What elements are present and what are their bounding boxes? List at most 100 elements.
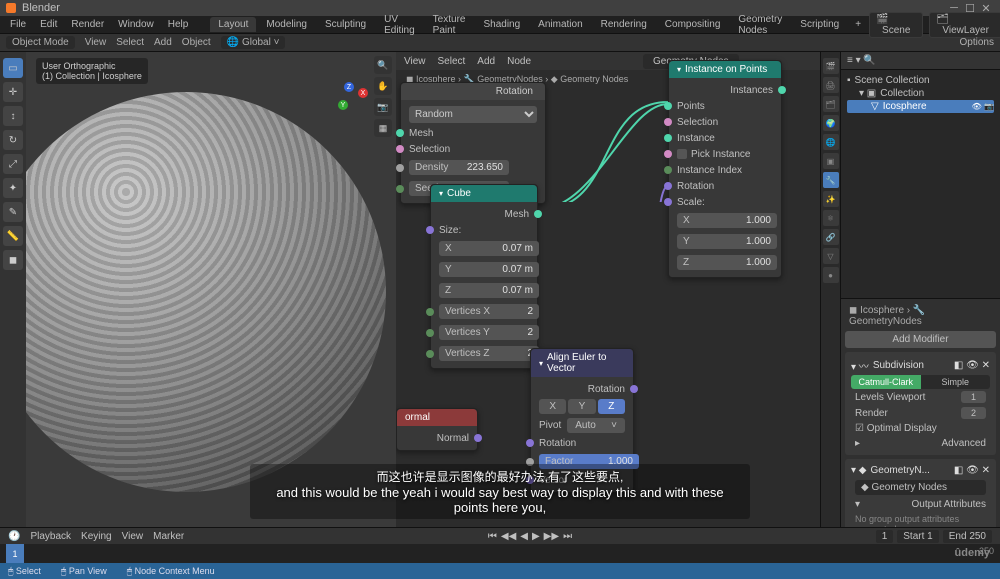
next-key-icon[interactable]: ▶▶	[544, 531, 559, 542]
tl-marker[interactable]: Marker	[153, 531, 184, 542]
gn-header[interactable]: ▾ ◆ GeometryN... ◧ 👁 ✕	[851, 463, 990, 478]
timeline-track[interactable]: 1 250	[0, 544, 1000, 563]
end-frame[interactable]: End 250	[943, 530, 992, 543]
pan-icon[interactable]: ✋	[374, 77, 392, 95]
sock-idx-in[interactable]	[664, 166, 672, 174]
sock-rot-in2[interactable]	[664, 182, 672, 190]
prop-physics-icon[interactable]: ⚛	[823, 210, 839, 226]
tab-texpaint[interactable]: Texture Paint	[425, 12, 474, 38]
sock-normal-out[interactable]	[474, 434, 482, 442]
options-dropdown[interactable]: Options	[960, 37, 994, 48]
hdr-select[interactable]: Select	[116, 37, 144, 48]
sock-points-in[interactable]	[664, 102, 672, 110]
axis-z[interactable]: Z	[598, 399, 625, 414]
sock-mesh-in[interactable]	[396, 129, 404, 137]
sock-rot-in[interactable]	[526, 439, 534, 447]
axis-y[interactable]: Y	[568, 399, 595, 414]
sock-size-in[interactable]	[426, 226, 434, 234]
sock-mesh-out[interactable]	[534, 210, 542, 218]
ne-view[interactable]: View	[404, 56, 426, 67]
add-modifier-button[interactable]: Add Modifier	[845, 331, 996, 348]
node-instance-on-points[interactable]: ▾Instance on Points Instances Points Sel…	[668, 60, 782, 278]
tl-playback[interactable]: Playback	[30, 531, 71, 542]
zoom-icon[interactable]: 🔍	[374, 56, 392, 74]
sock-density-in[interactable]	[396, 164, 404, 172]
jump-end-icon[interactable]: ⏭	[563, 531, 572, 542]
levels-render[interactable]: 2	[961, 407, 986, 419]
collection-item[interactable]: ▾ ▣ Collection	[847, 87, 994, 100]
tab-add[interactable]: +	[849, 17, 867, 32]
tab-sculpting[interactable]: Sculpting	[317, 17, 374, 32]
viewport-3d[interactable]: User Orthographic (1) Collection | Icosp…	[26, 52, 396, 527]
tool-measure[interactable]: 📏	[3, 226, 23, 246]
chevron-down-icon[interactable]: ▾	[439, 189, 443, 198]
prop-object-icon[interactable]: ▣	[823, 153, 839, 169]
tool-rotate[interactable]: ↻	[3, 130, 23, 150]
sock-sel-in[interactable]	[664, 118, 672, 126]
pick-checkbox[interactable]	[677, 149, 687, 159]
tab-animation[interactable]: Animation	[530, 17, 590, 32]
hdr-view[interactable]: View	[85, 37, 107, 48]
tool-move[interactable]: ↕	[3, 106, 23, 126]
current-frame[interactable]: 1	[876, 530, 894, 543]
tool-select-box[interactable]: ▭	[3, 58, 23, 78]
cube-y[interactable]: Y0.07 m	[439, 262, 539, 277]
subsurf-header[interactable]: ▾ 〰 Subdivision ◧ 👁 ✕	[851, 356, 990, 375]
playhead[interactable]: 1	[6, 544, 24, 563]
prop-data-icon[interactable]: ▽	[823, 248, 839, 264]
sock-instance-in[interactable]	[664, 134, 672, 142]
ne-node[interactable]: Node	[507, 56, 531, 67]
scene-collection[interactable]: ▪ Scene Collection	[847, 74, 994, 87]
tool-scale[interactable]: ⤢	[3, 154, 23, 174]
prop-constraint-icon[interactable]: 🔗	[823, 229, 839, 245]
prop-output-icon[interactable]: 🖨	[823, 77, 839, 93]
dist-mode[interactable]: Random	[409, 106, 537, 123]
prop-modifier-icon[interactable]: 🔧	[823, 172, 839, 188]
play-icon[interactable]: ▶	[532, 531, 540, 542]
inst-sx[interactable]: X1.000	[677, 213, 777, 228]
menu-help[interactable]: Help	[162, 17, 195, 32]
node-normal[interactable]: ormal Normal	[396, 408, 478, 451]
levels-viewport[interactable]: 1	[961, 391, 986, 403]
tab-geonodes[interactable]: Geometry Nodes	[730, 12, 790, 38]
menu-window[interactable]: Window	[112, 17, 160, 32]
tab-rendering[interactable]: Rendering	[593, 17, 655, 32]
advanced-toggle[interactable]: ▸ Advanced	[851, 436, 990, 451]
cube-x[interactable]: X0.07 m	[439, 241, 539, 256]
tl-view[interactable]: View	[122, 531, 144, 542]
sock-pick-in[interactable]	[664, 150, 672, 158]
node-group-field[interactable]: ◆ Geometry Nodes	[855, 480, 986, 495]
tool-annotate[interactable]: ✎	[3, 202, 23, 222]
tool-transform[interactable]: ✦	[3, 178, 23, 198]
tab-uv[interactable]: UV Editing	[376, 12, 423, 38]
node-align-title[interactable]: ▾Align Euler to Vector	[531, 349, 633, 377]
cube-z[interactable]: Z0.07 m	[439, 283, 539, 298]
tab-modeling[interactable]: Modeling	[258, 17, 315, 32]
hdr-add[interactable]: Add	[154, 37, 172, 48]
axis-x[interactable]: X	[539, 399, 566, 414]
persp-icon[interactable]: ▦	[374, 119, 392, 137]
tl-keying[interactable]: Keying	[81, 531, 112, 542]
tab-compositing[interactable]: Compositing	[657, 17, 729, 32]
menu-edit[interactable]: Edit	[34, 17, 63, 32]
nav-gizmo[interactable]: X Y Z	[334, 82, 372, 120]
density-field[interactable]: Density223.650	[409, 160, 509, 175]
sock-vz[interactable]	[426, 350, 434, 358]
prop-particle-icon[interactable]: ✨	[823, 191, 839, 207]
sock-selection-in[interactable]	[396, 145, 404, 153]
tab-shading[interactable]: Shading	[475, 17, 528, 32]
jump-start-icon[interactable]: ⏮	[488, 531, 497, 542]
tab-layout[interactable]: Layout	[210, 17, 256, 32]
prop-render-icon[interactable]: 🎬	[823, 58, 839, 74]
sock-vy[interactable]	[426, 329, 434, 337]
scene-field[interactable]: 🎬 Scene	[869, 12, 923, 38]
play-rev-icon[interactable]: ◀	[520, 531, 528, 542]
ne-select[interactable]: Select	[438, 56, 466, 67]
chevron-down-icon[interactable]: ▾	[677, 65, 681, 74]
prop-viewlayer-icon[interactable]: 🗂	[823, 96, 839, 112]
inst-sz[interactable]: Z1.000	[677, 255, 777, 270]
tool-cursor[interactable]: ✛	[3, 82, 23, 102]
hdr-object[interactable]: Object	[182, 37, 211, 48]
sock-rot-out[interactable]	[630, 385, 638, 393]
start-frame[interactable]: Start 1	[897, 530, 938, 543]
